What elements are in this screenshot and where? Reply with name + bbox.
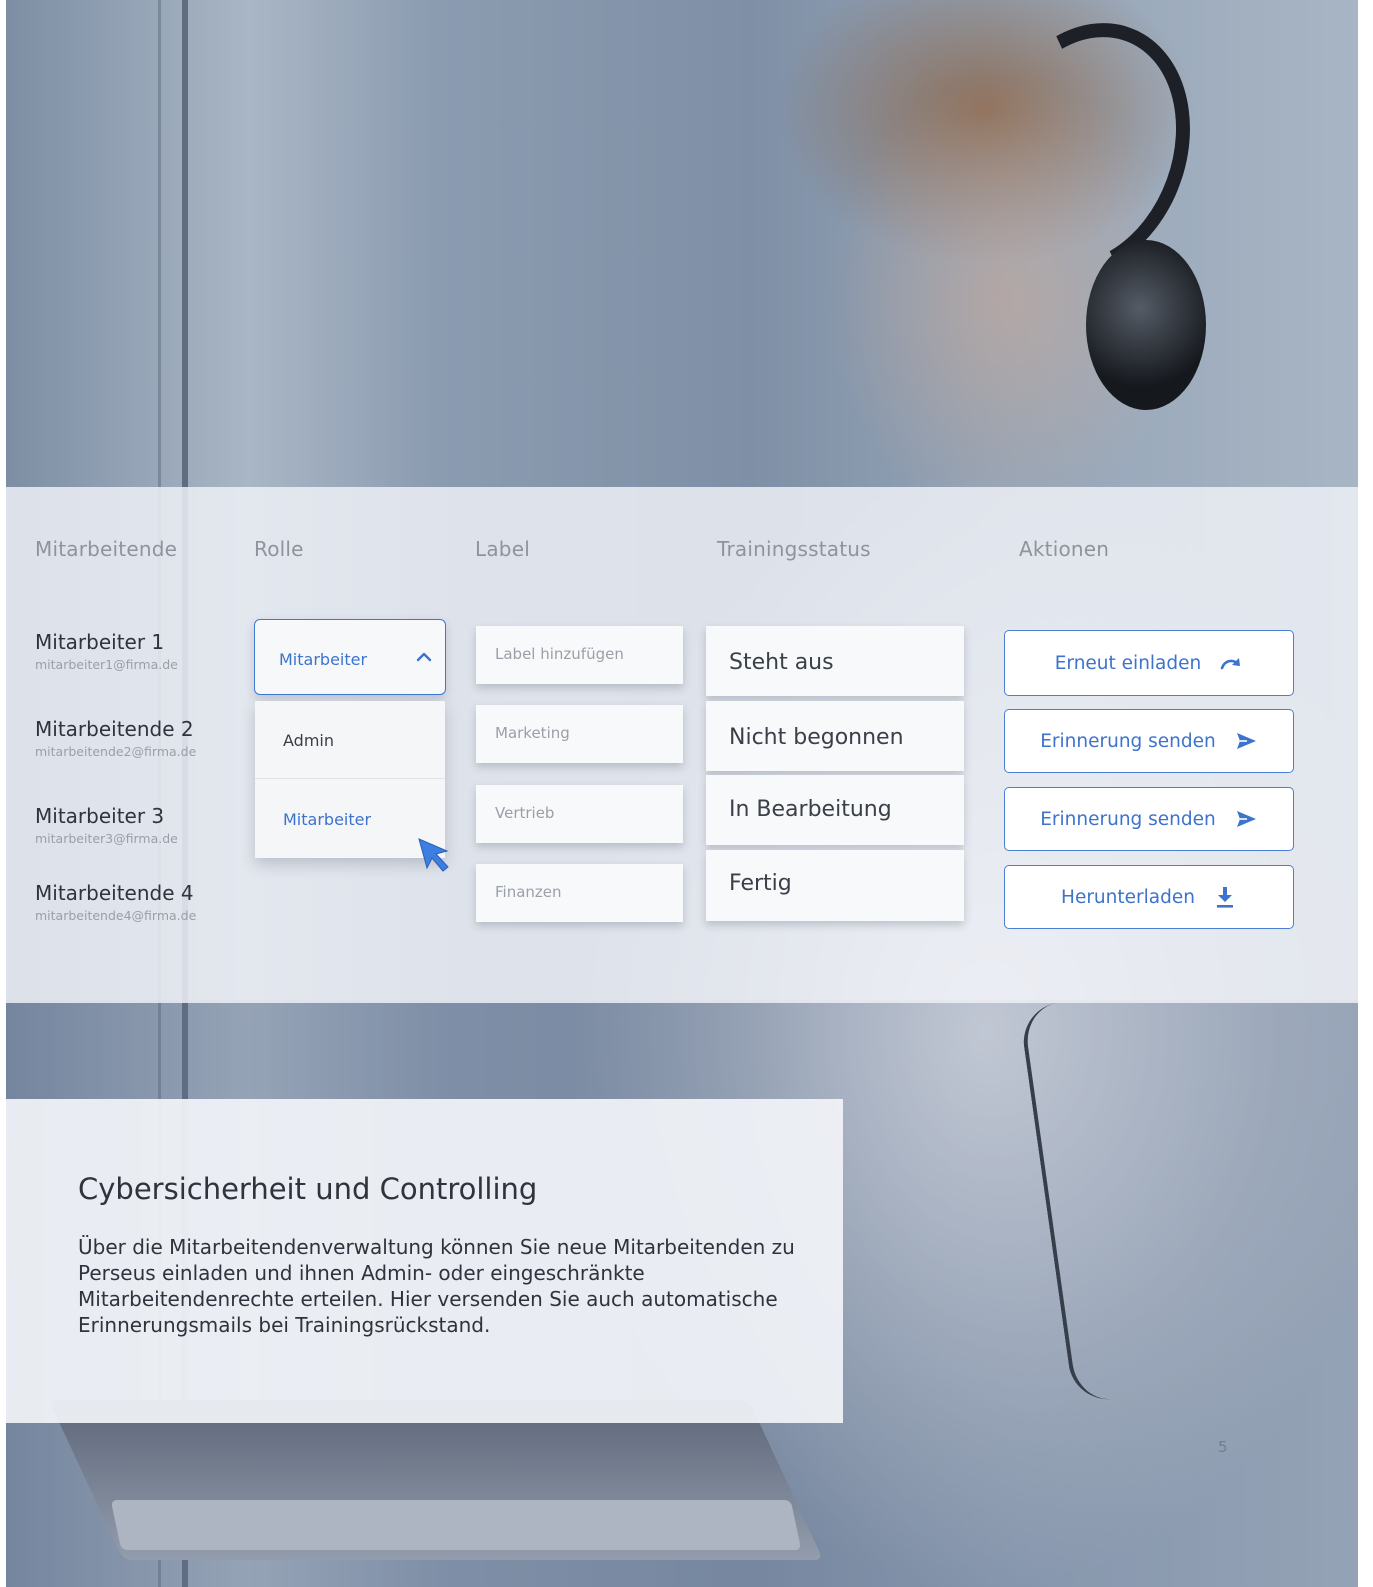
- employee-name: Mitarbeiter 1: [35, 630, 165, 654]
- employee-email: mitarbeitende2@firma.de: [35, 744, 197, 759]
- label-value: Finanzen: [495, 883, 562, 901]
- training-status-value: Fertig: [729, 871, 792, 896]
- label-field[interactable]: Finanzen: [476, 864, 683, 922]
- label-field[interactable]: Marketing: [476, 705, 683, 763]
- role-select-value: Mitarbeiter: [279, 650, 368, 669]
- download-icon: [1216, 887, 1233, 908]
- reinvite-button-label: Erneut einladen: [1054, 652, 1202, 674]
- redo-arrow-icon: [1220, 658, 1241, 670]
- mouse-cursor-icon: [418, 838, 449, 872]
- send-icon: [1236, 733, 1256, 749]
- send-icon: [1236, 811, 1256, 827]
- send-reminder-button[interactable]: Erinnerung senden: [1004, 709, 1294, 773]
- reinvite-button[interactable]: Erneut einladen: [1004, 630, 1294, 696]
- info-card: Cybersicherheit und Controlling Über die…: [6, 1099, 843, 1423]
- role-dropdown-menu: Admin Mitarbeiter: [255, 701, 445, 858]
- employee-email: mitarbeitende4@firma.de: [35, 908, 197, 923]
- column-header-employees: Mitarbeitende: [35, 537, 178, 561]
- label-value: Label hinzufügen: [495, 645, 624, 663]
- role-option-admin[interactable]: Admin: [255, 701, 445, 779]
- role-option-label: Mitarbeiter: [283, 810, 372, 829]
- role-option-label: Admin: [283, 731, 334, 750]
- training-status-value: Steht aus: [729, 650, 834, 675]
- page-number: 5: [1218, 1438, 1228, 1456]
- download-button-label: Herunterladen: [1061, 886, 1195, 908]
- column-header-role: Rolle: [254, 537, 304, 561]
- employee-management-table: Mitarbeitende Rolle Label Trainingsstatu…: [6, 487, 1358, 1003]
- column-header-training-status: Trainingsstatus: [717, 537, 871, 561]
- training-status-cell: In Bearbeitung: [706, 775, 964, 845]
- role-select[interactable]: Mitarbeiter: [254, 619, 446, 695]
- send-reminder-button-label: Erinnerung senden: [1040, 808, 1216, 830]
- headphones-image: [1086, 240, 1206, 410]
- label-field[interactable]: Vertrieb: [476, 785, 683, 843]
- employee-name: Mitarbeitende 4: [35, 881, 194, 905]
- training-status-cell: Fertig: [706, 850, 964, 921]
- training-status-cell: Nicht begonnen: [706, 701, 964, 771]
- chevron-up-icon: [416, 652, 432, 662]
- column-header-label: Label: [475, 537, 530, 561]
- employee-email: mitarbeiter3@firma.de: [35, 831, 178, 846]
- label-value: Marketing: [495, 724, 570, 742]
- label-field[interactable]: Label hinzufügen: [476, 626, 683, 684]
- column-header-actions: Aktionen: [1019, 537, 1110, 561]
- training-status-cell: Steht aus: [706, 626, 964, 696]
- send-reminder-button[interactable]: Erinnerung senden: [1004, 787, 1294, 851]
- send-reminder-button-label: Erinnerung senden: [1040, 730, 1216, 752]
- employee-email: mitarbeiter1@firma.de: [35, 657, 178, 672]
- employee-name: Mitarbeitende 2: [35, 717, 194, 741]
- download-button[interactable]: Herunterladen: [1004, 865, 1294, 929]
- card-title: Cybersicherheit und Controlling: [78, 1172, 538, 1206]
- label-value: Vertrieb: [495, 804, 555, 822]
- employee-name: Mitarbeiter 3: [35, 804, 165, 828]
- training-status-value: Nicht begonnen: [729, 725, 904, 750]
- card-body: Über die Mitarbeitendenverwaltung können…: [78, 1235, 795, 1337]
- training-status-value: In Bearbeitung: [729, 797, 892, 822]
